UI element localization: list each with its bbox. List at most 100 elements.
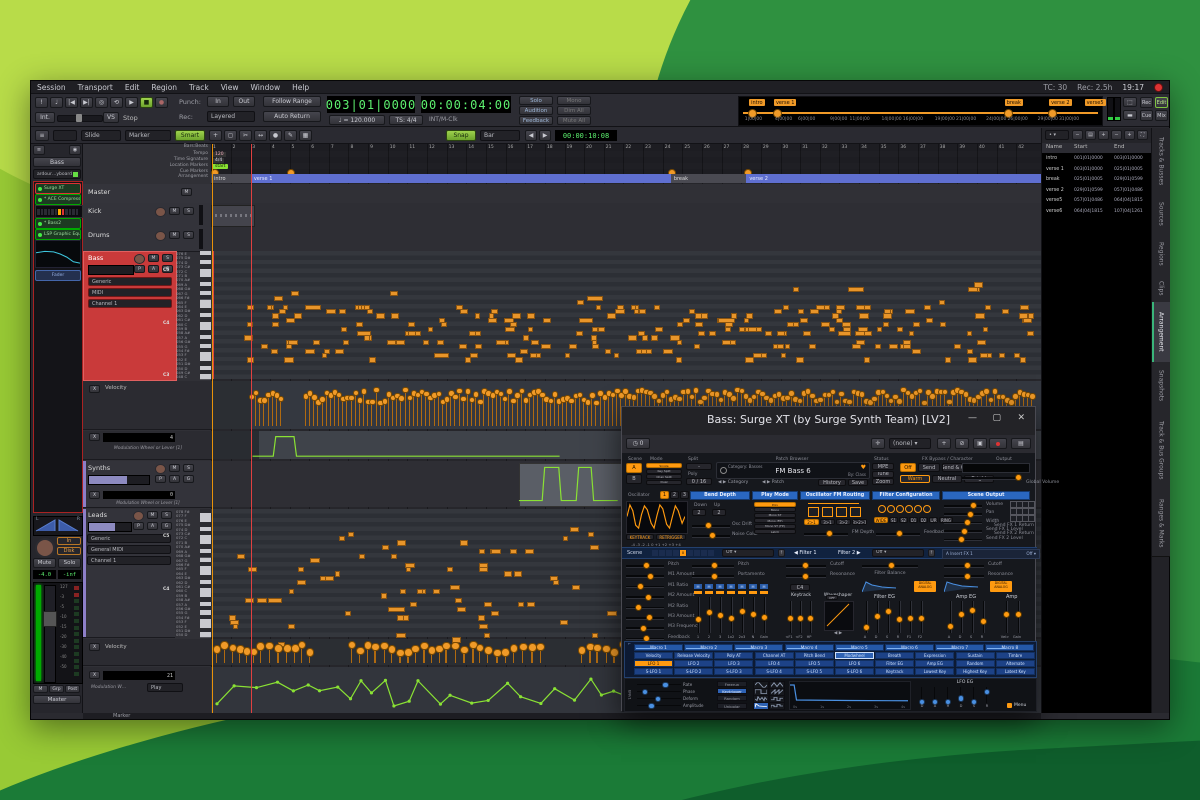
velocity-stem[interactable] bbox=[363, 391, 364, 426]
lfo-unipolar-toggle[interactable]: Unipolar bbox=[717, 703, 747, 709]
mixer-ch-1-track[interactable] bbox=[698, 597, 701, 633]
global-volume-handle[interactable] bbox=[1015, 474, 1022, 481]
macro-8[interactable]: Macro 8 bbox=[985, 644, 1034, 651]
session-minimap[interactable]: introverse 1breakverse 2verse51|00|004|0… bbox=[738, 96, 1103, 126]
modsrc3-s-lfo-4[interactable]: S-LFO 4 bbox=[755, 668, 794, 675]
velocity-lane-close[interactable]: X bbox=[89, 385, 100, 393]
midi-note[interactable] bbox=[305, 305, 321, 310]
track-name-drums[interactable]: Drums bbox=[88, 231, 110, 239]
mode-single[interactable]: Single bbox=[646, 463, 682, 468]
velocity-stem[interactable] bbox=[533, 392, 534, 426]
modsrc3-s-lfo-3[interactable]: S-LFO 3 bbox=[714, 668, 753, 675]
scene-octave-cell[interactable] bbox=[701, 550, 707, 557]
midi-note[interactable] bbox=[297, 580, 306, 585]
midi-note[interactable] bbox=[504, 571, 512, 576]
solo-button[interactable]: Solo bbox=[519, 96, 553, 105]
midi-note[interactable] bbox=[725, 327, 731, 332]
midi-note[interactable] bbox=[364, 305, 369, 310]
midi-note[interactable] bbox=[460, 540, 468, 545]
velocity-dot[interactable] bbox=[265, 642, 274, 651]
tool-range-button[interactable]: ◻ bbox=[224, 130, 237, 141]
fx-bypass-off[interactable]: Off bbox=[900, 463, 916, 472]
midi-note[interactable] bbox=[491, 549, 501, 554]
lfo-shape-step-seq[interactable] bbox=[769, 702, 785, 710]
mod-lane-close[interactable]: X bbox=[89, 433, 100, 441]
velocity-dot[interactable] bbox=[451, 642, 460, 651]
velocity-dot[interactable] bbox=[484, 646, 493, 655]
mixer-mute-N[interactable]: M bbox=[749, 584, 757, 589]
velocity-dot[interactable] bbox=[593, 644, 602, 653]
snap-toggle-button[interactable]: Snap bbox=[446, 130, 476, 141]
table-row[interactable]: verse 2029|01|0599057|01|0486 bbox=[1042, 188, 1152, 198]
scene-octave-cell[interactable] bbox=[673, 550, 679, 557]
status-zoom[interactable]: Zoom bbox=[872, 478, 894, 485]
midi-note[interactable] bbox=[415, 331, 421, 336]
midi-note[interactable] bbox=[579, 318, 593, 323]
record-arm-button[interactable] bbox=[155, 231, 166, 241]
table-row[interactable]: verse5057|01|0486064|04|1815 bbox=[1042, 198, 1152, 208]
insert-fx-value[interactable]: Off ▾ bbox=[1026, 551, 1036, 556]
midi-note[interactable] bbox=[288, 624, 294, 629]
track-header[interactable]: X21Modulation W…Play bbox=[83, 667, 211, 714]
plugin-keyboard-toggle[interactable]: ▤ bbox=[1011, 438, 1031, 449]
marker-filter-combo[interactable]: • ▾ bbox=[1045, 130, 1069, 140]
velocity-stem[interactable] bbox=[492, 395, 493, 426]
feg-2-track[interactable] bbox=[888, 601, 891, 633]
modsrc1-pitch-bend[interactable]: Pitch Bend bbox=[795, 652, 834, 659]
status-tune[interactable]: Tune bbox=[872, 471, 894, 478]
plugin-pin-button[interactable]: ✛ bbox=[871, 438, 885, 449]
lfo-trigger-keytrigger[interactable]: Keytrigger bbox=[717, 688, 747, 694]
macro-5[interactable]: Macro 5 bbox=[835, 644, 884, 651]
velocity-stem[interactable] bbox=[351, 397, 352, 426]
midi-note[interactable] bbox=[565, 353, 570, 358]
velocity-stem[interactable] bbox=[500, 393, 501, 426]
velocity-stem[interactable] bbox=[616, 390, 617, 426]
synths-group-button[interactable]: G bbox=[183, 475, 194, 483]
modsrc3-s-lfo-1[interactable]: S-LFO 1 bbox=[634, 668, 673, 675]
midi-note[interactable] bbox=[939, 300, 945, 305]
noise-color-handle[interactable] bbox=[709, 532, 716, 539]
keytrack-root[interactable]: C4 bbox=[790, 584, 810, 591]
menu-track[interactable]: Track bbox=[183, 82, 215, 93]
midi-note[interactable] bbox=[816, 305, 825, 310]
aeg-2-handle[interactable] bbox=[969, 607, 976, 614]
bass-combo-2[interactable]: MIDI bbox=[88, 288, 172, 297]
velocity-dot[interactable] bbox=[693, 387, 700, 394]
velocity-stem[interactable] bbox=[276, 394, 277, 426]
mod-lane-value[interactable]: 4 bbox=[103, 433, 175, 442]
midi-note[interactable] bbox=[456, 305, 463, 310]
velocity-stem[interactable] bbox=[508, 391, 509, 426]
midi-note[interactable] bbox=[289, 589, 295, 594]
velocity-dot[interactable] bbox=[506, 388, 513, 395]
mixer-mute-2[interactable]: M bbox=[705, 584, 713, 589]
midi-note[interactable] bbox=[569, 344, 577, 349]
modsrc1-channel-at[interactable]: Channel AT bbox=[755, 652, 794, 659]
modsrc1-velocity[interactable]: Velocity bbox=[634, 652, 673, 659]
lfo-eg-3-handle[interactable] bbox=[958, 695, 964, 701]
leads-combo-2[interactable]: General MIDI bbox=[87, 545, 171, 554]
midi-note[interactable] bbox=[237, 554, 245, 559]
split-button[interactable]: - bbox=[686, 463, 712, 470]
velocity-stem[interactable] bbox=[409, 397, 410, 426]
plugin-bypass-button[interactable]: ⊘ bbox=[955, 438, 969, 449]
scene-octave-cell[interactable] bbox=[708, 550, 714, 557]
velocity-stem[interactable] bbox=[575, 395, 576, 426]
osc-keytrack-toggle[interactable]: KEYTRACK bbox=[626, 534, 654, 540]
modsrc2-alternate[interactable]: Alternate bbox=[996, 660, 1035, 667]
filter1-label[interactable]: ◀ Filter 1 bbox=[794, 550, 817, 556]
track-name-leads[interactable]: Leads bbox=[88, 511, 107, 519]
synths-mod-value[interactable]: 0 bbox=[103, 491, 175, 499]
midi-note[interactable] bbox=[382, 545, 389, 550]
monitor-mono-button[interactable]: Mono bbox=[557, 96, 591, 105]
midi-note[interactable] bbox=[587, 296, 603, 301]
tool-cut-button[interactable]: ✂ bbox=[239, 130, 252, 141]
midi-note[interactable] bbox=[628, 335, 637, 340]
modsrc1-modwheel[interactable]: Modwheel bbox=[835, 652, 874, 659]
track-name-synths[interactable]: Synths bbox=[88, 464, 110, 472]
midi-note[interactable] bbox=[271, 349, 277, 354]
modsrc2-lfo-6[interactable]: LFO 6 bbox=[835, 660, 874, 667]
midi-note[interactable] bbox=[488, 318, 497, 323]
fader-handle[interactable] bbox=[43, 611, 57, 627]
velocity-stem[interactable] bbox=[330, 395, 331, 426]
midi-note[interactable] bbox=[977, 340, 986, 345]
